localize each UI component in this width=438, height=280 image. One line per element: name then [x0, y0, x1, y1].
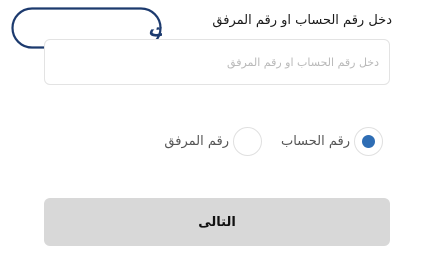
radio-account-number-circle[interactable]	[354, 127, 383, 156]
radio-unselected-dot	[241, 135, 254, 148]
radio-account-number[interactable]: رقم الحساب	[281, 126, 383, 157]
account-number-input[interactable]	[44, 39, 390, 85]
radio-facility-number-circle[interactable]	[233, 127, 262, 156]
next-button[interactable]: التالى	[44, 198, 390, 246]
page: رواد الكويت دخل رقم الحساب او رقم المرفق…	[0, 0, 438, 280]
radio-account-number-label: رقم الحساب	[280, 134, 350, 149]
radio-facility-number-label: رقم المرفق	[164, 134, 229, 149]
field-label: دخل رقم الحساب او رقم المرفق	[212, 13, 392, 28]
radio-facility-number[interactable]: رقم المرفق	[164, 126, 262, 157]
radio-selected-dot	[362, 135, 375, 148]
